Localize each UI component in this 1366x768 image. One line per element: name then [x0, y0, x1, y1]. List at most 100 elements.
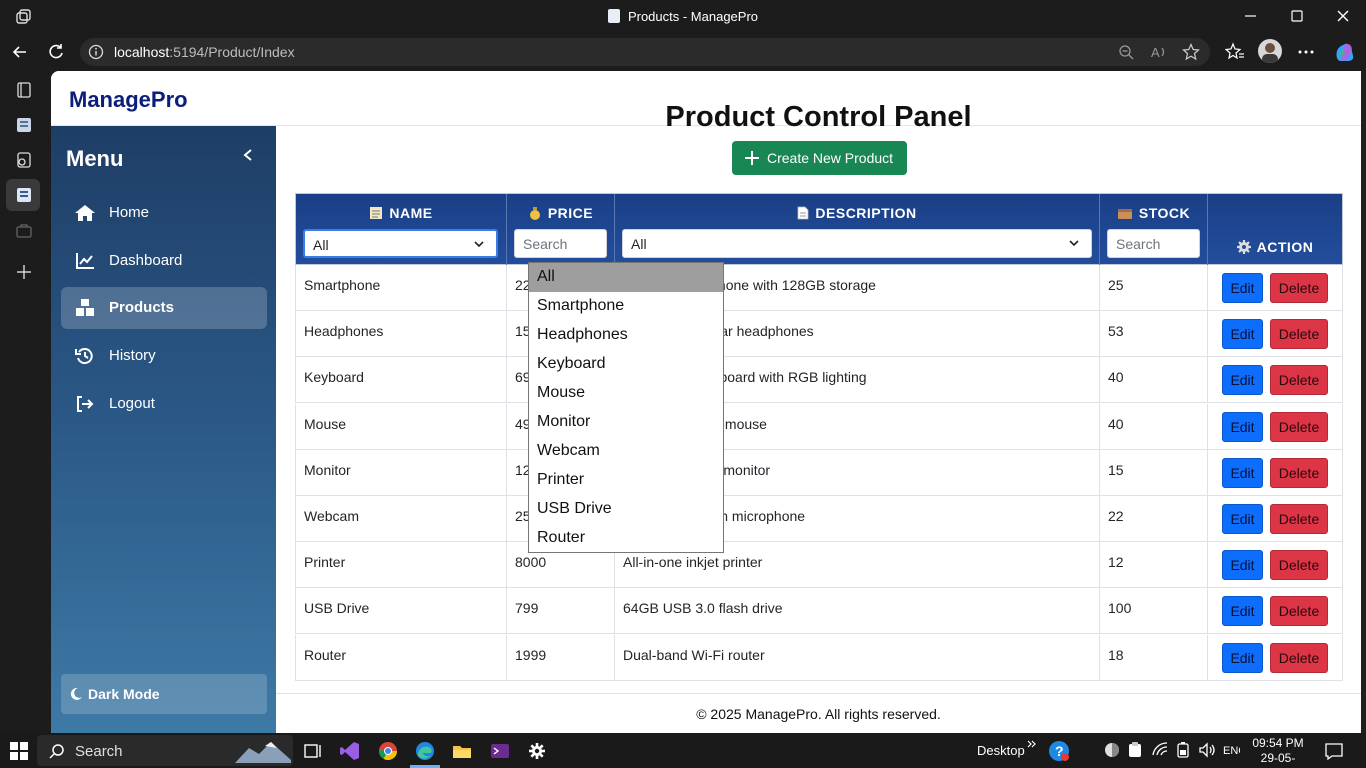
dropdown-option[interactable]: USB Drive [529, 495, 723, 524]
tab-favicon-icon[interactable] [14, 221, 34, 241]
name-filter-select[interactable]: All [303, 229, 498, 258]
maximize-icon[interactable] [1287, 6, 1307, 26]
sidebar-item-logout[interactable]: Logout [61, 383, 267, 425]
toolbar-overflow-icon[interactable] [1026, 738, 1038, 758]
sidebar-item-home[interactable]: Home [61, 192, 267, 234]
tab-favicon-icon[interactable] [14, 115, 34, 135]
dropdown-option[interactable]: Keyboard [529, 350, 723, 379]
sidebar-item-products[interactable]: Products [61, 287, 267, 329]
column-header-price: PRICE Search [507, 194, 615, 266]
dropdown-option-label: Printer [537, 471, 585, 488]
sidebar-item-dashboard[interactable]: Dashboard [61, 240, 267, 282]
create-product-button[interactable]: Create New Product [732, 141, 907, 175]
battery-icon[interactable] [1175, 741, 1195, 761]
windows-start-icon[interactable] [10, 742, 30, 762]
dropdown-option[interactable]: Mouse [529, 379, 723, 408]
minimize-icon[interactable] [1241, 6, 1261, 26]
dropdown-option[interactable]: Printer [529, 466, 723, 495]
dropdown-option[interactable]: Monitor [529, 408, 723, 437]
cell-name: Mouse [296, 403, 507, 450]
dropdown-option[interactable]: Router [529, 524, 723, 553]
taskbar-clock[interactable]: 09:54 PM29-05-2025 [1248, 736, 1308, 768]
delete-button[interactable]: Delete [1270, 273, 1328, 303]
desktop-toolbar-label[interactable]: Desktop [977, 743, 1025, 758]
edit-button[interactable]: Edit [1222, 457, 1263, 488]
dropdown-option[interactable]: Headphones [529, 321, 723, 350]
sidebar-item-history[interactable]: History [61, 335, 267, 377]
web-page: ManagePro Menu Home Dashboard Products H… [51, 71, 1361, 733]
favorite-star-icon[interactable] [1182, 43, 1200, 61]
task-view-icon[interactable] [303, 741, 323, 761]
url-text[interactable]: localhost:5194/Product/Index [114, 44, 295, 60]
edit-button[interactable]: Edit [1222, 365, 1263, 396]
help-icon[interactable]: ? [1048, 740, 1070, 762]
profile-avatar[interactable] [1258, 39, 1282, 63]
file-explorer-icon[interactable] [452, 741, 472, 761]
cell-action: Edit Delete [1208, 311, 1342, 357]
taskbar-search[interactable]: Search [37, 735, 293, 766]
delete-button[interactable]: Delete [1270, 365, 1328, 396]
delete-button[interactable]: Delete [1270, 319, 1328, 350]
delete-button[interactable]: Delete [1270, 504, 1328, 534]
tab-actions-icon[interactable] [14, 80, 34, 100]
edit-button[interactable]: Edit [1222, 642, 1263, 673]
dropdown-option-label: Webcam [537, 442, 600, 459]
name-value: Monitor [304, 461, 351, 478]
app-sidebar: Menu Home Dashboard Products History Log… [51, 126, 276, 733]
notifications-icon[interactable] [1324, 741, 1344, 761]
price-search-input[interactable]: Search [514, 229, 607, 258]
keyboard-language-icon[interactable]: ENG [1222, 741, 1242, 761]
logout-icon [74, 394, 96, 414]
name-filter-dropdown-list[interactable]: All Smartphone Headphones Keyboard Mouse Moni… [528, 262, 724, 553]
dropdown-option[interactable]: All [529, 263, 723, 292]
dark-mode-toggle[interactable]: Dark Mode [61, 674, 267, 714]
copilot-icon[interactable] [1333, 40, 1357, 64]
delete-button[interactable]: Delete [1270, 411, 1328, 442]
cell-stock: 22 [1100, 496, 1208, 542]
address-bar[interactable]: localhost:5194/Product/Index A [80, 38, 1210, 66]
delete-button[interactable]: Delete [1270, 550, 1328, 581]
visual-studio-icon[interactable] [340, 741, 360, 761]
cell-stock: 53 [1100, 311, 1208, 358]
edit-button[interactable]: Edit [1222, 550, 1263, 581]
close-icon[interactable] [1333, 6, 1353, 26]
zoom-icon[interactable] [1118, 44, 1134, 60]
chrome-icon[interactable] [378, 741, 398, 761]
package-icon [1117, 206, 1133, 220]
delete-button[interactable]: Delete [1270, 457, 1328, 488]
more-options-icon[interactable] [1296, 42, 1316, 62]
tab-favicon-icon[interactable] [14, 150, 34, 170]
new-tab-icon[interactable] [14, 262, 34, 282]
tray-app-icon[interactable] [1126, 741, 1146, 761]
dropdown-option[interactable]: Smartphone [529, 292, 723, 321]
cell-action: Edit Delete [1208, 635, 1342, 681]
terminal-icon[interactable] [490, 741, 510, 761]
edit-button[interactable]: Edit [1222, 273, 1263, 303]
brand-logo[interactable]: ManagePro [69, 87, 188, 113]
collapse-sidebar-icon[interactable] [241, 148, 255, 162]
site-info-icon[interactable] [88, 44, 104, 60]
back-icon[interactable] [10, 42, 30, 62]
edit-button[interactable]: Edit [1222, 411, 1263, 442]
tab-favicon-icon[interactable] [14, 185, 34, 205]
read-aloud-icon[interactable]: A [1150, 44, 1168, 60]
edge-icon[interactable] [415, 741, 435, 761]
edit-button[interactable]: Edit [1222, 319, 1263, 350]
edit-button[interactable]: Edit [1222, 596, 1263, 627]
delete-button[interactable]: Delete [1270, 596, 1328, 627]
settings-gear-icon[interactable] [527, 741, 547, 761]
description-filter-select[interactable]: All [622, 229, 1092, 258]
dropdown-option[interactable]: Webcam [529, 437, 723, 466]
wifi-icon[interactable] [1151, 741, 1171, 761]
edit-button[interactable]: Edit [1222, 504, 1263, 534]
chevron-down-icon [474, 241, 484, 249]
table-row: Keyboard 699 Mechanical keyboard with RGB … [295, 357, 1343, 404]
volume-icon[interactable] [1198, 741, 1218, 761]
favorites-icon[interactable] [1225, 42, 1245, 62]
delete-button[interactable]: Delete [1270, 642, 1328, 673]
stock-search-input[interactable]: Search [1107, 229, 1200, 258]
search-highlight-image [235, 738, 291, 763]
tray-app-icon[interactable] [1103, 741, 1123, 761]
cell-name: Headphones [296, 311, 507, 358]
refresh-icon[interactable] [46, 42, 66, 62]
